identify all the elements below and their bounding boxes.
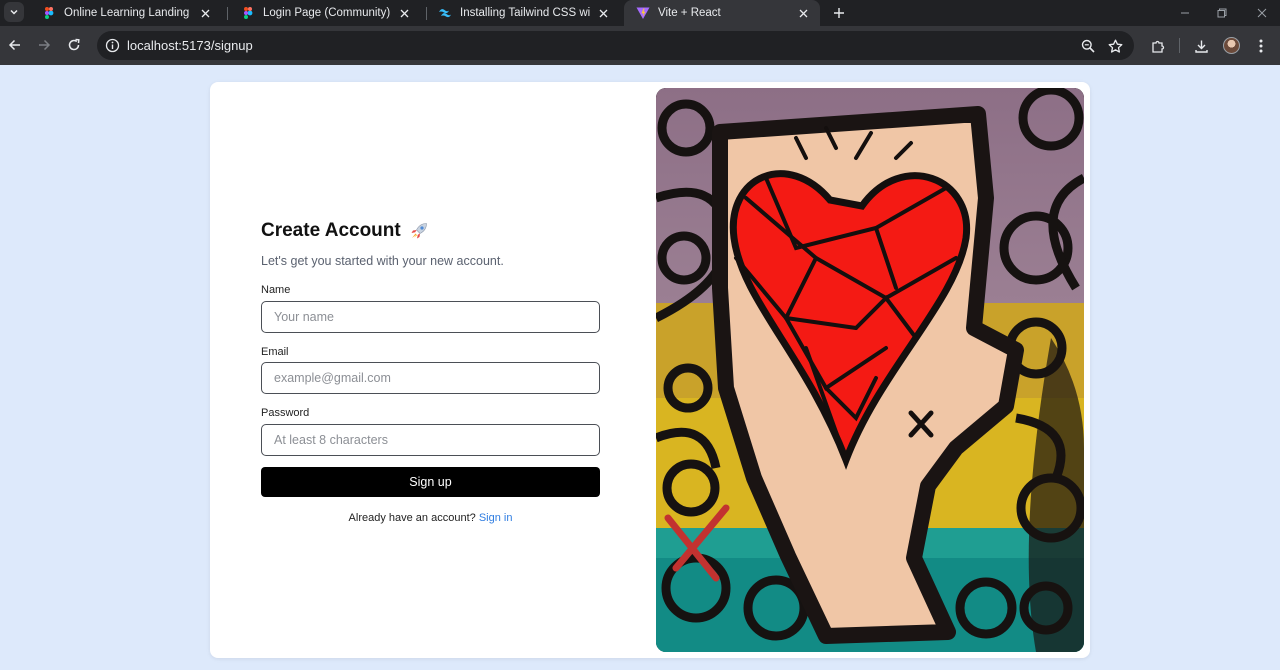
restore-icon: [1217, 8, 1227, 18]
arrow-right-icon: [39, 39, 51, 51]
graffiti-heart-image: [656, 88, 1084, 652]
tab-search-button[interactable]: [4, 2, 24, 22]
puzzle-icon: [1151, 40, 1164, 53]
rocket-icon: [411, 223, 427, 239]
forward-button[interactable]: [34, 35, 54, 55]
close-tab-icon[interactable]: [796, 6, 810, 20]
tab-divider: [227, 7, 228, 20]
name-input[interactable]: [261, 301, 600, 333]
email-label: Email: [261, 346, 289, 358]
figma-icon: [45, 7, 54, 19]
minimize-icon: [1181, 12, 1189, 14]
graffiti-heart-illustration: [656, 88, 1084, 652]
password-label: Password: [261, 407, 310, 419]
tab-title: Login Page (Community) – Figm: [263, 7, 391, 19]
tab-title: Online Learning Landing Page (: [64, 7, 192, 19]
figma-icon: [244, 7, 253, 19]
browser-tab-strip: Online Learning Landing Page ( Login Pag…: [0, 0, 1280, 26]
signin-prompt: Already have an account? Sign in: [261, 512, 600, 524]
signup-form: Create Account Let's get you started wit…: [261, 220, 600, 524]
page-title: Create Account: [261, 220, 600, 242]
arrow-left-icon: [8, 39, 20, 51]
browser-tab-vite-react[interactable]: Vite + React: [624, 0, 820, 26]
toolbar-divider: [1179, 38, 1180, 53]
signin-link[interactable]: Sign in: [479, 512, 513, 524]
star-icon: [1108, 39, 1122, 53]
zoom-button[interactable]: [1079, 37, 1097, 55]
email-input[interactable]: [261, 362, 600, 394]
vite-icon: [636, 7, 650, 19]
zoom-icon: [1081, 39, 1095, 53]
browser-menu-button[interactable]: [1251, 36, 1271, 56]
reload-icon: [68, 38, 80, 51]
reload-button[interactable]: [64, 35, 84, 55]
tab-title: Vite + React: [658, 7, 721, 19]
close-tab-icon[interactable]: [198, 6, 212, 20]
restore-button[interactable]: [1205, 0, 1239, 26]
browser-tab-figma-landing[interactable]: Online Learning Landing Page (: [30, 0, 222, 26]
signin-prompt-text: Already have an account?: [348, 512, 476, 524]
bookmark-button[interactable]: [1106, 37, 1124, 55]
chevron-down-icon: [10, 9, 18, 15]
page-title-text: Create Account: [261, 220, 401, 241]
kebab-menu-icon: [1259, 39, 1263, 53]
signup-button[interactable]: Sign up: [261, 467, 600, 497]
close-tab-icon[interactable]: [397, 6, 411, 20]
info-icon[interactable]: [105, 38, 120, 53]
browser-tab-tailwind[interactable]: Installing Tailwind CSS with Vite: [426, 0, 620, 26]
download-icon: [1194, 40, 1208, 53]
close-window-button[interactable]: [1245, 0, 1279, 26]
close-tab-icon[interactable]: [596, 6, 610, 20]
profile-avatar[interactable]: [1223, 37, 1240, 54]
new-tab-button[interactable]: [829, 3, 849, 23]
tab-title: Installing Tailwind CSS with Vite: [460, 7, 590, 19]
browser-tab-figma-login[interactable]: Login Page (Community) – Figm: [229, 0, 421, 26]
extensions-button[interactable]: [1148, 36, 1168, 56]
plus-icon: [834, 8, 844, 18]
downloads-button[interactable]: [1191, 36, 1211, 56]
tailwind-icon: [439, 9, 451, 18]
minimize-button[interactable]: [1168, 0, 1202, 26]
name-label: Name: [261, 284, 291, 296]
signup-card: Create Account Let's get you started wit…: [210, 82, 1090, 658]
password-input[interactable]: [261, 424, 600, 456]
close-icon: [1257, 8, 1267, 18]
browser-toolbar: localhost:5173/signup: [0, 26, 1280, 65]
address-bar[interactable]: localhost:5173/signup: [97, 31, 1134, 60]
url-text[interactable]: localhost:5173/signup: [127, 38, 253, 53]
back-button[interactable]: [5, 35, 25, 55]
page-subtitle: Let's get you started with your new acco…: [261, 254, 504, 268]
